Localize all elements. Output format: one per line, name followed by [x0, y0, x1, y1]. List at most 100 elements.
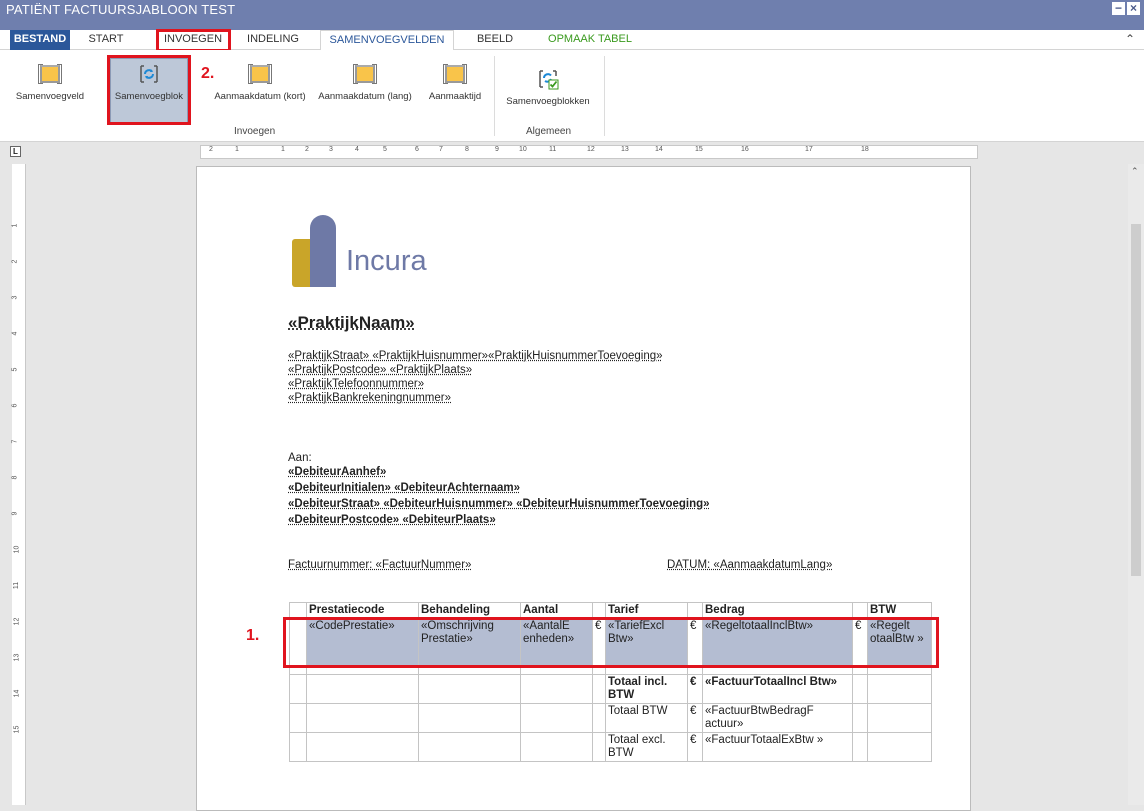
ruler-tick: 13: [13, 653, 21, 662]
ruler-tick: 9: [11, 511, 19, 516]
date-long-icon: [353, 64, 377, 84]
ruler-tick: 4: [11, 331, 19, 336]
aanmaaktijd-label: Aanmaaktijd: [428, 91, 482, 102]
invoice-number: Factuurnummer: «FactuurNummer»: [288, 559, 472, 571]
ruler-tick: 4: [355, 146, 359, 153]
group-separator: [494, 56, 495, 136]
currency-cell: €: [687, 674, 703, 704]
close-icon[interactable]: ×: [1127, 2, 1140, 15]
time-icon: [443, 64, 467, 84]
ruler-tick: 14: [655, 146, 663, 153]
logo-text: Incura: [346, 245, 427, 277]
practice-line: «PraktijkTelefoonnummer»: [288, 378, 425, 390]
scrollbar-thumb[interactable]: [1131, 224, 1141, 576]
ruler-tick: 1: [281, 146, 285, 153]
ruler-tick: 9: [495, 146, 499, 153]
currency-cell: €: [687, 703, 703, 733]
invoice-date: DATUM: «AanmaakdatumLang»: [667, 559, 833, 571]
highlight-invoegen: [156, 29, 231, 52]
date-short-icon: [248, 64, 272, 84]
minimize-icon[interactable]: −: [1112, 2, 1125, 15]
annotation-2: 2.: [201, 65, 215, 82]
merge-field-cell[interactable]: «FactuurTotaalIncl Btw»: [702, 674, 853, 704]
aanmaakdatum-lang-label: Aanmaakdatum (lang): [318, 91, 412, 102]
ruler-tick: 8: [11, 475, 19, 480]
totals-row: Totaal BTW € «FactuurBtwBedragF actuur»: [289, 703, 932, 733]
ruler-tick: 7: [439, 146, 443, 153]
totals-row: Totaal excl. BTW € «FactuurTotaalExBtw »: [289, 732, 932, 762]
practice-name: «PraktijkNaam»: [288, 313, 415, 332]
ruler-tick: 3: [11, 295, 19, 300]
to-label: Aan:: [288, 452, 312, 464]
debtor-line: «DebiteurAanhef»: [288, 466, 387, 478]
totals-row: Totaal incl. BTW € «FactuurTotaalIncl Bt…: [289, 674, 932, 704]
practice-line: «PraktijkStraat» «PraktijkHuisnummer»«Pr…: [288, 350, 663, 362]
ruler-tick: 1: [11, 223, 19, 228]
tab-start[interactable]: START: [84, 30, 128, 50]
group-label-algemeen: Algemeen: [526, 126, 572, 137]
highlight-samenvoegblok: [107, 55, 191, 125]
merge-field-cell[interactable]: «FactuurBtwBedragF actuur»: [702, 703, 853, 733]
tab-bestand[interactable]: BESTAND: [10, 30, 70, 50]
ruler-tick: 18: [861, 146, 869, 153]
tab-opmaak-tabel[interactable]: OPMAAK TABEL: [534, 30, 646, 50]
logo-mark-blue: [310, 215, 336, 287]
ruler-tick: 6: [11, 403, 19, 408]
ruler-tick: 12: [13, 617, 21, 626]
practice-line: «PraktijkPostcode» «PraktijkPlaats»: [288, 364, 473, 376]
currency-cell: €: [687, 732, 703, 762]
vertical-scrollbar[interactable]: ⌃: [1128, 164, 1144, 805]
tab-indeling[interactable]: INDELING: [242, 30, 304, 50]
debtor-line: «DebiteurStraat» «DebiteurHuisnummer» «D…: [288, 498, 710, 510]
scroll-up-icon[interactable]: ⌃: [1131, 166, 1139, 177]
vertical-ruler[interactable]: 1 2 3 4 5 6 7 8 9 10 11 12 13 14 15: [11, 164, 26, 805]
horizontal-ruler[interactable]: 2 1 1 2 3 4 5 6 7 8 9 10 11 12 13 14 15 …: [200, 145, 978, 159]
ruler-tick: 14: [13, 689, 21, 698]
window-title: PATIËNT FACTUURSJABLOON TEST: [6, 2, 236, 17]
aanmaakdatum-lang-button[interactable]: Aanmaakdatum (lang): [310, 60, 420, 125]
highlight-merge-row: [283, 617, 939, 668]
ruler-tick: 6: [415, 146, 419, 153]
group-separator: [604, 56, 605, 136]
aanmaakdatum-kort-label: Aanmaakdatum (kort): [214, 91, 306, 102]
collapse-ribbon-icon[interactable]: ⌃: [1125, 32, 1135, 46]
tab-samenvoegvelden[interactable]: SAMENVOEGVELDEN: [320, 30, 454, 51]
aanmaaktijd-button[interactable]: Aanmaaktijd: [422, 60, 488, 125]
ruler-tick: 17: [805, 146, 813, 153]
totals-label: Totaal BTW: [605, 703, 688, 733]
document-page[interactable]: Incura «PraktijkNaam» «PraktijkStraat» «…: [196, 166, 971, 811]
ruler-tick: 13: [621, 146, 629, 153]
annotation-1: 1.: [246, 627, 260, 644]
samenvoegblokken-button[interactable]: Samenvoegblokken: [498, 64, 598, 129]
samenvoegblokken-label: Samenvoegblokken: [506, 96, 590, 107]
debtor-line: «DebiteurInitialen» «DebiteurAchternaam»: [288, 482, 520, 494]
debtor-line: «DebiteurPostcode» «DebiteurPlaats»: [288, 514, 496, 526]
ruler-tick: 10: [13, 545, 21, 554]
ruler-tick: 15: [695, 146, 703, 153]
ruler-tick: 12: [587, 146, 595, 153]
ruler-tick: 2: [11, 259, 19, 264]
totals-label: Totaal incl. BTW: [605, 674, 688, 704]
tab-beeld[interactable]: BEELD: [470, 30, 520, 50]
tab-stop-selector[interactable]: L: [10, 146, 21, 157]
merge-field-icon: [38, 64, 62, 84]
ruler-tick: 1: [235, 146, 239, 153]
merge-blocks-check-icon: [539, 70, 559, 90]
ruler-tick: 15: [13, 725, 21, 734]
ruler-tick: 16: [741, 146, 749, 153]
aanmaakdatum-kort-button[interactable]: Aanmaakdatum (kort): [212, 60, 308, 125]
ruler-tick: 8: [465, 146, 469, 153]
ruler-tick: 2: [305, 146, 309, 153]
ruler-tick: 11: [13, 581, 21, 590]
title-bar: PATIËNT FACTUURSJABLOON TEST − ×: [0, 0, 1144, 30]
samenvoegveld-label: Samenvoegveld: [15, 91, 85, 102]
ruler-tick: 2: [209, 146, 213, 153]
ruler-tick: 7: [11, 439, 19, 444]
practice-line: «PraktijkBankrekeningnummer»: [288, 392, 451, 404]
ruler-tick: 5: [11, 367, 19, 372]
ruler-tick: 5: [383, 146, 387, 153]
totals-label: Totaal excl. BTW: [605, 732, 688, 762]
ruler-tick: 10: [519, 146, 527, 153]
samenvoegveld-button[interactable]: Samenvoegveld: [8, 60, 92, 125]
merge-field-cell[interactable]: «FactuurTotaalExBtw »: [702, 732, 853, 762]
